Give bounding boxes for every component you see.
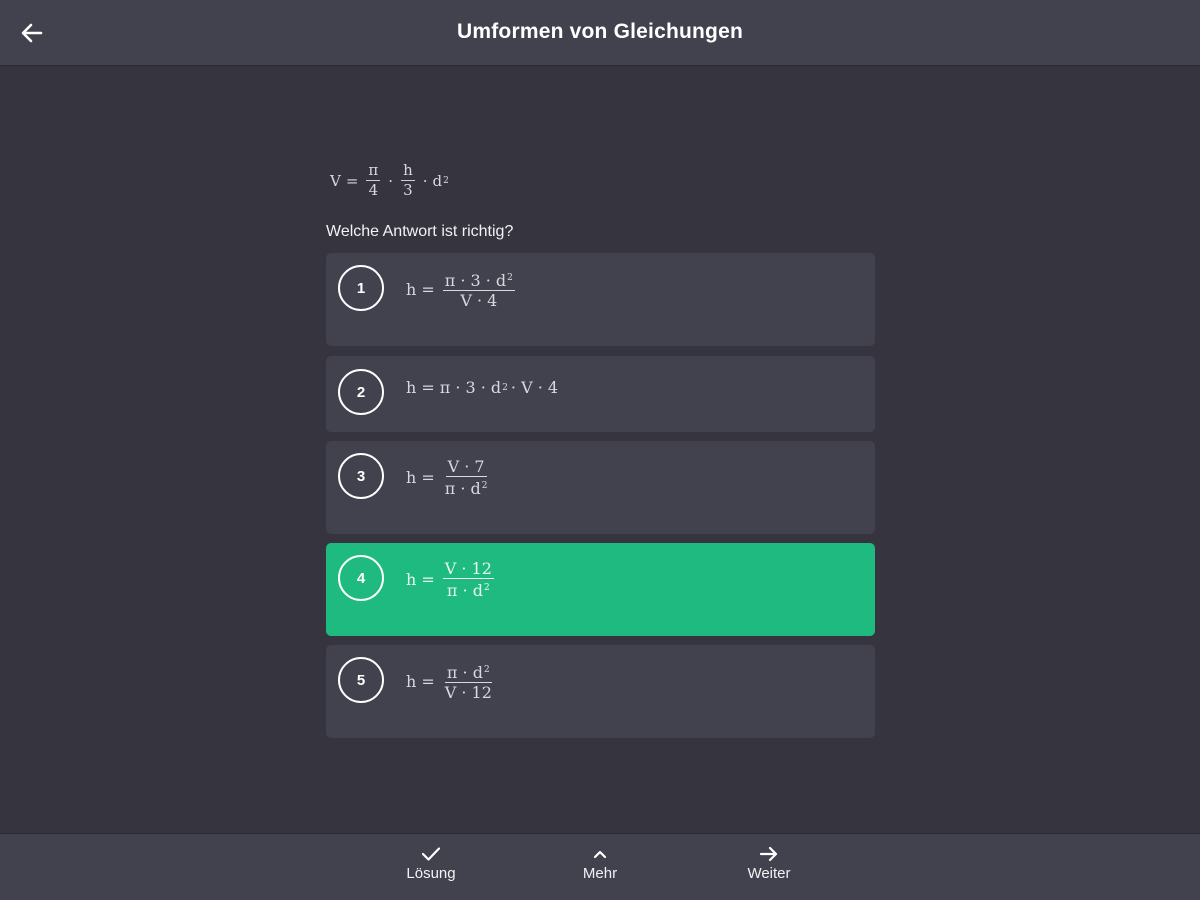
answer-fraction: π · 3 · d2 V · 4 (442, 271, 515, 310)
exponent: 2 (483, 665, 490, 675)
exponent: 2 (481, 481, 488, 491)
answer-fraction: π · d2 V · 12 (443, 663, 494, 702)
fraction-denominator: V · 4 (460, 291, 498, 310)
fraction-denominator: 3 (403, 181, 413, 199)
answer-fraction: V · 7 π · d2 (443, 457, 490, 498)
top-bar: Umformen von Gleichungen (0, 0, 1200, 66)
more-button[interactable]: Mehr (555, 846, 645, 892)
answer-lhs: h (406, 378, 417, 397)
formula-base: d (432, 171, 443, 190)
exponent: 2 (507, 273, 513, 283)
answer-expression: h = π · 3 · d2 V · 4 (406, 271, 518, 310)
fraction-numerator: π (366, 161, 381, 181)
answer-expression: h = π · 3 · d2 · V · 4 (406, 378, 558, 397)
answer-equals: = (421, 468, 435, 487)
answer-expression: h = V · 12 π · d2 (406, 559, 497, 600)
answer-option-1[interactable]: 1 h = π · 3 · d2 V · 4 (326, 253, 875, 346)
expression-part-a: π · 3 · d (439, 378, 502, 397)
expression-part-b: · V · 4 (510, 378, 559, 397)
answer-expression: h = π · d2 V · 12 (406, 663, 497, 702)
page-title: Umformen von Gleichungen (457, 20, 743, 43)
answer-equals: = (421, 672, 435, 691)
next-button[interactable]: Weiter (724, 846, 814, 892)
fraction-numerator: V · 12 (442, 559, 494, 579)
fraction-numerator: V · 7 (445, 457, 487, 477)
fraction-denominator: V · 12 (444, 683, 492, 702)
answer-option-3[interactable]: 3 h = V · 7 π · d2 (326, 441, 875, 534)
fraction-denominator: π · d2 (443, 477, 490, 498)
fraction-numerator: h (401, 161, 415, 181)
denominator-text: π · d (444, 479, 481, 498)
chevron-up-icon (593, 850, 607, 859)
fraction-denominator: 4 (368, 181, 379, 199)
formula-fraction-pi-4: π 4 (366, 161, 381, 199)
fraction-numerator: π · 3 · d2 (442, 271, 515, 291)
bottom-toolbar: Lösung Mehr Weiter (0, 833, 1200, 900)
formula-lhs: V (330, 171, 341, 190)
question-text: Welche Antwort ist richtig? (326, 223, 514, 240)
fraction-denominator: π · d2 (445, 579, 492, 600)
formula-dot: · (388, 171, 394, 190)
answer-option-4[interactable]: 4 h = V · 12 π · d2 (326, 543, 875, 636)
answer-lhs: h (406, 570, 417, 589)
answer-equals: = (421, 378, 435, 397)
formula-fraction-h-3: h 3 (401, 163, 415, 198)
answer-lhs: h (406, 468, 417, 487)
answer-lhs: h (406, 280, 417, 299)
answer-expression: h = V · 7 π · d2 (406, 457, 492, 498)
numerator-text: π · d (446, 663, 483, 682)
formula-equals: = (345, 171, 359, 190)
arrow-right-icon (759, 846, 778, 862)
answer-option-5[interactable]: 5 h = π · d2 V · 12 (326, 645, 875, 738)
formula-exponent: 2 (443, 175, 449, 186)
denominator-text: π · d (446, 581, 483, 600)
check-icon (421, 847, 441, 861)
option-number-badge: 3 (338, 453, 384, 499)
option-number-badge: 1 (338, 265, 384, 311)
answer-equals: = (421, 570, 435, 589)
more-label: Mehr (582, 865, 618, 882)
answer-lhs: h (406, 672, 417, 691)
formula-dot: · (422, 171, 428, 190)
answer-fraction: V · 12 π · d2 (442, 559, 494, 600)
next-label: Weiter (747, 865, 791, 882)
answer-equals: = (421, 280, 435, 299)
given-formula: V = π 4 · h 3 · d2 (330, 163, 449, 198)
answer-option-2[interactable]: 2 h = π · 3 · d2 · V · 4 (326, 356, 875, 432)
fraction-numerator: π · d2 (444, 663, 492, 683)
solution-button[interactable]: Lösung (386, 846, 476, 892)
option-number-badge: 4 (338, 555, 384, 601)
option-number-badge: 5 (338, 657, 384, 703)
option-number-badge: 2 (338, 369, 384, 415)
solution-label: Lösung (406, 865, 456, 882)
numerator-text: π · 3 · d (444, 271, 507, 290)
exponent: 2 (483, 583, 490, 593)
exponent: 2 (502, 382, 508, 393)
